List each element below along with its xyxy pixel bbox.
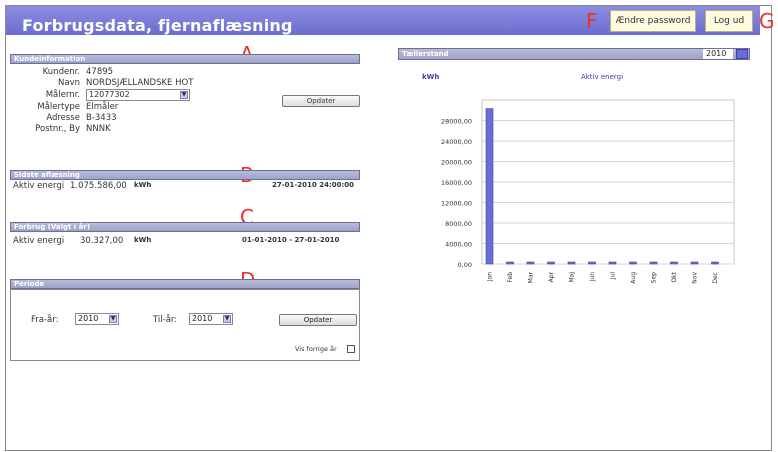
x-tick-label: Sep xyxy=(651,272,658,284)
bar xyxy=(526,261,535,265)
x-tick-label: Jul xyxy=(610,272,617,281)
last-reading-section-header: Sidste aflæsning xyxy=(10,170,360,180)
meter-number-label: Målernr. xyxy=(45,90,80,100)
last-reading-datetime: 27-01-2010 24:00:00 xyxy=(272,181,355,189)
chevron-down-icon: ▼ xyxy=(109,315,117,323)
consumption-unit: kWh xyxy=(134,236,152,244)
period-panel: Fra-år: 2010 ▼ Til-år: 2010 ▼ Opdater Vi… xyxy=(10,289,360,361)
bar xyxy=(629,261,637,265)
show-previous-year-label: Vis forrige år xyxy=(295,345,337,353)
energy-bar-chart: kWh Aktiv energi 0,00 4000,00 8000,00 12000… xyxy=(422,73,735,284)
consumption-section-header: Forbrug (Valgt i år) xyxy=(10,222,360,232)
to-year-label: Til-år: xyxy=(153,315,178,325)
customer-update-button[interactable]: Opdater xyxy=(282,95,360,107)
postal-city-label: Postnr., By xyxy=(35,124,80,134)
bar xyxy=(670,261,678,265)
from-year-value: 2010 xyxy=(78,314,99,323)
y-axis-label: kWh xyxy=(422,73,439,81)
meter-number-select[interactable]: 12077302 ▼ xyxy=(86,89,190,101)
y-tick-label: 4000,00 xyxy=(445,241,472,249)
meter-type-value: Elmåler xyxy=(86,102,119,112)
x-tick-label: Jan xyxy=(487,272,494,282)
last-reading-value: 1.075.586,00 xyxy=(70,181,127,191)
address-value: B-3433 xyxy=(86,113,117,123)
y-tick-label: 0,00 xyxy=(458,261,472,269)
customer-name-value: NORDSJÆLLANDSKE HOT xyxy=(86,78,194,88)
x-tick-label: Feb xyxy=(507,272,514,283)
year-dropdown-button[interactable] xyxy=(736,49,748,59)
x-tick-label: Mar xyxy=(528,271,535,283)
y-tick-label: 12000,00 xyxy=(441,200,472,208)
consumption-period: 01-01-2010 - 27-01-2010 xyxy=(242,236,340,244)
consumption-value: 30.327,00 xyxy=(80,236,124,246)
y-tick-label: 8000,00 xyxy=(445,220,472,228)
logout-button[interactable]: Log ud xyxy=(705,10,753,32)
y-tick-label: 24000,00 xyxy=(441,138,472,146)
chart-year-select[interactable]: 2010 xyxy=(703,49,733,59)
page-title: Forbrugsdata, fjernaflæsning xyxy=(22,16,293,35)
customer-info-panel: Kundenr. 47895 Navn NORDSJÆLLANDSKE HOT … xyxy=(10,67,360,137)
chevron-down-icon: ▼ xyxy=(180,91,188,99)
bar xyxy=(588,261,596,265)
x-tick-label: Maj xyxy=(569,272,576,283)
customer-name-label: Navn xyxy=(58,78,80,88)
bar xyxy=(547,261,555,265)
x-tick-label: Dec xyxy=(712,272,719,284)
change-password-button[interactable]: Ændre password xyxy=(610,10,696,32)
consumption-row: Aktiv energi 30.327,00 kWh 01-01-2010 - … xyxy=(10,236,360,248)
customer-number-value: 47895 xyxy=(86,67,114,77)
x-tick-label: Jun xyxy=(589,272,596,283)
period-update-button[interactable]: Opdater xyxy=(279,314,357,326)
address-label: Adresse xyxy=(46,113,80,123)
marker-f: F xyxy=(586,9,598,33)
bar xyxy=(485,108,494,265)
last-reading-row: Aktiv energi 1.075.586,00 kWh 27-01-2010… xyxy=(10,181,360,193)
to-year-value: 2010 xyxy=(192,314,213,323)
y-tick-label: 28000,00 xyxy=(441,118,472,126)
bar xyxy=(567,261,576,265)
bar xyxy=(506,261,514,265)
x-tick-label: Aug xyxy=(630,272,637,284)
chart-section-title: Tællerstand xyxy=(402,50,449,58)
customer-number-label: Kundenr. xyxy=(42,67,80,77)
chart-section-header: Tællerstand xyxy=(398,48,750,60)
to-year-select[interactable]: 2010 ▼ xyxy=(189,313,233,325)
bar xyxy=(690,261,699,265)
chevron-down-icon: ▼ xyxy=(223,315,231,323)
marker-g: G xyxy=(759,9,775,33)
consumption-label: Aktiv energi xyxy=(13,236,65,246)
y-tick-label: 20000,00 xyxy=(441,159,472,167)
customer-section-header: Kundeinformation xyxy=(10,54,360,64)
y-tick-label: 16000,00 xyxy=(441,179,472,187)
x-tick-label: Okt xyxy=(671,271,678,282)
x-tick-label: Apr xyxy=(548,271,555,282)
period-section-header: Periode xyxy=(10,279,360,289)
bar xyxy=(711,261,719,265)
meter-type-label: Målertype xyxy=(37,102,80,112)
bar xyxy=(608,261,617,265)
from-year-label: Fra-år: xyxy=(31,315,59,325)
chart-year-value: 2010 xyxy=(706,49,727,58)
from-year-select[interactable]: 2010 ▼ xyxy=(75,313,119,325)
chart-title: Aktiv energi xyxy=(581,73,623,81)
last-reading-label: Aktiv energi xyxy=(13,181,65,191)
postal-city-value: NNNK xyxy=(86,124,111,134)
meter-number-value: 12077302 xyxy=(89,90,130,99)
last-reading-unit: kWh xyxy=(134,181,152,189)
x-tick-label: Nov xyxy=(692,272,699,284)
show-previous-year-checkbox[interactable] xyxy=(347,345,355,353)
bar xyxy=(649,261,658,265)
